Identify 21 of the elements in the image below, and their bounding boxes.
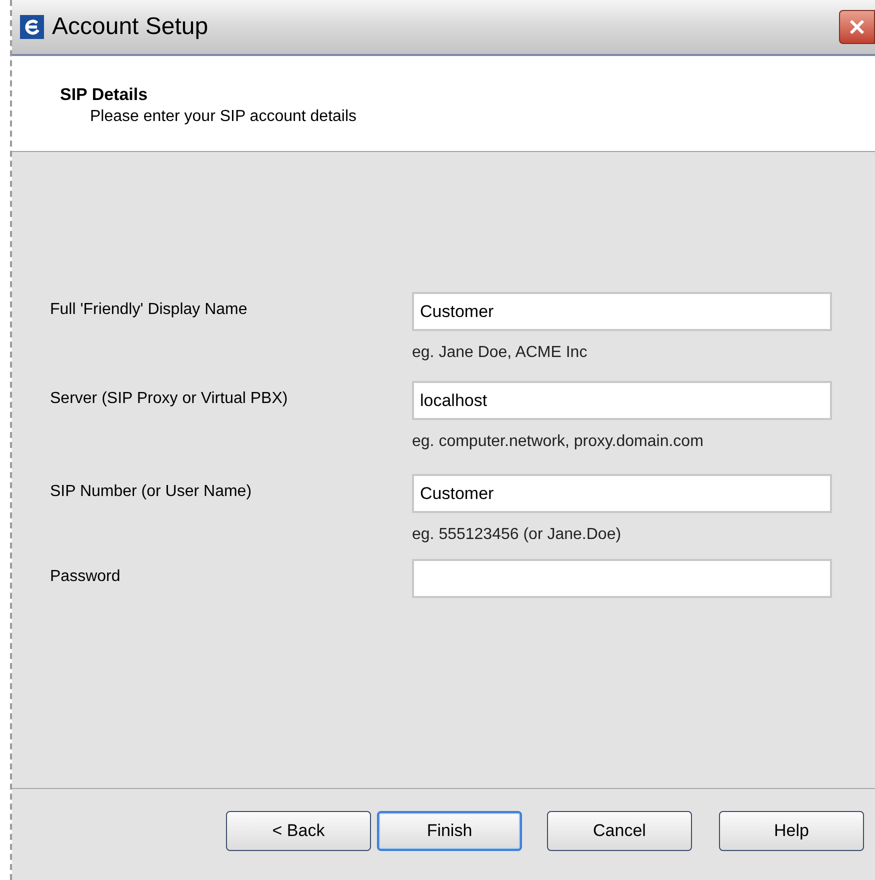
app-icon (20, 15, 44, 39)
input-field[interactable]: Customer (412, 292, 832, 331)
input-field[interactable] (412, 559, 832, 598)
input-field[interactable]: localhost (412, 381, 832, 420)
dialog-button[interactable]: Finish (377, 810, 522, 850)
dialog-button[interactable]: < Back (226, 810, 371, 850)
field-label: Server (SIP Proxy or Virtual PBX) (50, 389, 289, 409)
page-title: SIP Details (60, 84, 149, 106)
field-hint: eg. computer.network, proxy.domain.com (412, 432, 704, 452)
field-label: Password (50, 567, 122, 587)
dialog-button[interactable]: Help (719, 810, 864, 850)
page-subtitle: Please enter your SIP account details (90, 107, 358, 127)
field-hint: eg. Jane Doe, ACME Inc (412, 343, 588, 363)
close-button[interactable] (839, 10, 875, 44)
field-label: Full 'Friendly' Display Name (50, 300, 248, 320)
input-field[interactable]: Customer (412, 474, 832, 513)
window-title: Account Setup (52, 12, 208, 42)
field-hint: eg. 555123456 (or Jane.Doe) (412, 525, 622, 545)
close-icon (848, 18, 866, 36)
field-label: SIP Number (or User Name) (50, 482, 253, 502)
dialog-button[interactable]: Cancel (547, 810, 692, 850)
